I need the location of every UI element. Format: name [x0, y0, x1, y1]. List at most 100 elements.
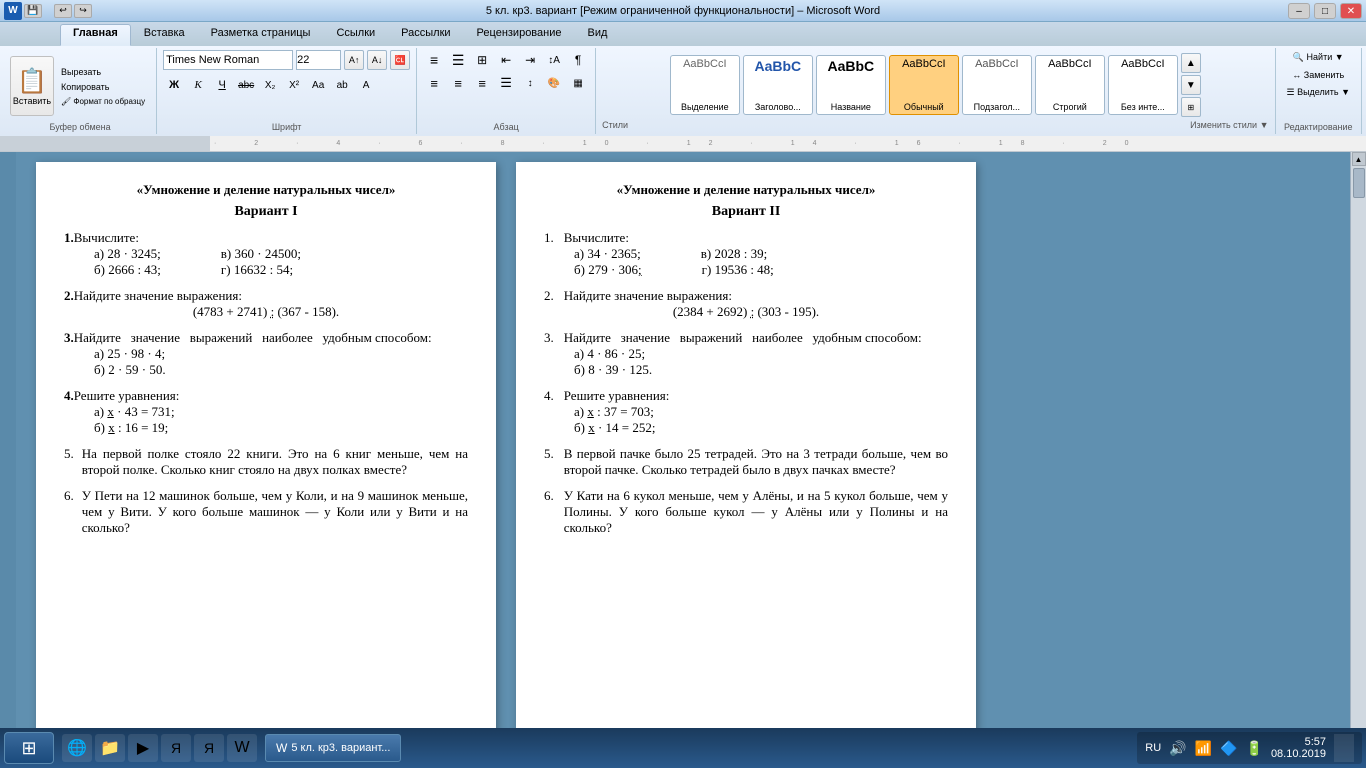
maximize-btn[interactable]: □	[1314, 3, 1336, 19]
clear-format-btn[interactable]: 🆑	[390, 50, 410, 70]
tray-volume[interactable]: 🔊	[1169, 740, 1186, 757]
para-label: Абзац	[494, 122, 519, 132]
shading-btn[interactable]: 🎨	[543, 73, 565, 93]
tab-home[interactable]: Главная	[60, 24, 131, 46]
justify-btn[interactable]: ☰	[495, 73, 517, 93]
subscript-button[interactable]: Х₂	[259, 75, 281, 95]
styles-up-btn[interactable]: ▲	[1181, 53, 1201, 73]
style-normal[interactable]: AaBbCcI Обычный	[889, 55, 959, 115]
multilevel-btn[interactable]: ⊞	[471, 50, 493, 70]
word-taskbar-icon[interactable]: W	[227, 734, 257, 762]
align-center-btn[interactable]: ≡	[447, 73, 469, 93]
tray-network[interactable]: 📶	[1195, 740, 1212, 757]
task4-header-v1: 4.Решите уравнения:	[64, 388, 468, 404]
scroll-up-btn[interactable]: ▲	[1352, 152, 1366, 166]
tab-layout[interactable]: Разметка страницы	[198, 24, 324, 46]
undo-btn[interactable]: ↩	[54, 4, 72, 18]
change-styles-btn[interactable]: Изменить стили ▼	[1190, 120, 1268, 130]
bold-button[interactable]: Ж	[163, 75, 185, 95]
task1-header-v1: 1.Вычислите:	[64, 230, 468, 246]
increase-font-btn[interactable]: A↑	[344, 50, 364, 70]
tab-insert[interactable]: Вставка	[131, 24, 198, 46]
style-selection[interactable]: AaBbCcI Выделение	[670, 55, 740, 115]
font-format-row: Ж К Ч аbc Х₂ Х² Аа ab А	[163, 75, 377, 95]
document-scroll[interactable]: «Умножение и деление натуральных чисел» …	[16, 152, 1350, 746]
strikethrough-button[interactable]: аbc	[235, 75, 257, 95]
replace-button[interactable]: ↔ Заменить	[1287, 68, 1349, 82]
task1-b: б) 2666 : 43;	[94, 262, 161, 278]
ie-icon[interactable]: 🌐	[62, 734, 92, 762]
bullets-btn[interactable]: ≡	[423, 50, 445, 70]
decrease-indent-btn[interactable]: ⇤	[495, 50, 517, 70]
font-name-input[interactable]	[163, 50, 293, 70]
select-button[interactable]: ☰ Выделить ▼	[1282, 85, 1356, 100]
media-icon[interactable]: ▶	[128, 734, 158, 762]
underline-button[interactable]: Ч	[211, 75, 233, 95]
cut-button[interactable]: Вырезать	[56, 65, 150, 79]
page-2: «Умножение и деление натуральных чисел» …	[516, 162, 976, 736]
task1-row2-v2: б) 279 · 306; г) 19536 : 48;	[574, 262, 948, 278]
task4-b-v2: б) x · 14 = 252;	[574, 420, 948, 436]
app-icon[interactable]: W	[4, 2, 22, 20]
highlight-button[interactable]: ab	[331, 75, 353, 95]
task6-num-v2: 6.	[544, 488, 554, 536]
page2-variant: Вариант II	[544, 204, 948, 220]
ribbon-tabs: Главная Вставка Разметка страницы Ссылки…	[0, 22, 1366, 46]
font-size-input[interactable]	[296, 50, 341, 70]
yandex2-icon[interactable]: Я	[194, 734, 224, 762]
format-painter-button[interactable]: 🖌 Формат по образцу	[56, 95, 150, 108]
style-nospace[interactable]: AaBbCcI Без инте...	[1108, 55, 1178, 115]
border-btn[interactable]: ▦	[567, 73, 589, 93]
style-strict[interactable]: AaBbCcI Строгий	[1035, 55, 1105, 115]
numbering-btn[interactable]: ☰	[447, 50, 469, 70]
styles-arrows: ▲ ▼ ⊞	[1181, 53, 1201, 117]
tab-view[interactable]: Вид	[575, 24, 621, 46]
italic-button[interactable]: К	[187, 75, 209, 95]
task1-row1: а) 28 · 3245; в) 360 · 24500;	[94, 246, 468, 262]
start-button[interactable]: ⊞	[4, 732, 54, 764]
tab-review[interactable]: Рецензирование	[464, 24, 575, 46]
task2-header-v2: 2.Найдите значение выражения:	[544, 288, 948, 304]
style-heading[interactable]: AaBbC Заголово...	[743, 55, 813, 115]
styles-container: AaBbCcI Выделение AaBbC Заголово... AaBb…	[670, 50, 1201, 120]
case-button[interactable]: Аа	[307, 75, 329, 95]
styles-bottom: Стили Изменить стили ▼	[602, 120, 1268, 130]
quick-save[interactable]: 💾	[24, 4, 42, 18]
task6-v2: 6. У Кати на 6 кукол меньше, чем у Алёны…	[544, 488, 948, 536]
align-right-btn[interactable]: ≡	[471, 73, 493, 93]
close-btn[interactable]: ✕	[1340, 3, 1362, 19]
font-color-button[interactable]: А	[355, 75, 377, 95]
yandex-icon[interactable]: Я	[161, 734, 191, 762]
paste-button[interactable]: 📋 Вставить	[10, 56, 54, 116]
tray-bluetooth[interactable]: 🔷	[1220, 740, 1237, 757]
superscript-button[interactable]: Х²	[283, 75, 305, 95]
align-left-btn[interactable]: ≡	[423, 73, 445, 93]
minimize-btn[interactable]: –	[1288, 3, 1310, 19]
vertical-scrollbar[interactable]: ▲ ▼	[1350, 152, 1366, 746]
line-spacing-btn[interactable]: ↕	[519, 73, 541, 93]
style-subtitle[interactable]: AaBbCcI Подзагол...	[962, 55, 1032, 115]
copy-button[interactable]: Копировать	[56, 80, 150, 94]
styles-more-btn[interactable]: ⊞	[1181, 97, 1201, 117]
decrease-font-btn[interactable]: A↓	[367, 50, 387, 70]
find-button[interactable]: 🔍 Найти ▼	[1288, 50, 1349, 65]
task5-num-v2: 5.	[544, 446, 554, 478]
page2-title: «Умножение и деление натуральных чисел»	[544, 182, 948, 198]
task4-b: б) x : 16 = 19;	[94, 420, 468, 436]
style-label-subtitle: Подзагол...	[974, 102, 1020, 112]
word-taskbar-btn[interactable]: W 5 кл. кр3. вариант...	[265, 734, 401, 762]
style-title[interactable]: AaBbC Название	[816, 55, 886, 115]
increase-indent-btn[interactable]: ⇥	[519, 50, 541, 70]
show-marks-btn[interactable]: ¶	[567, 50, 589, 70]
tray-battery[interactable]: 🔋	[1246, 740, 1263, 757]
explorer-icon[interactable]: 📁	[95, 734, 125, 762]
sort-btn[interactable]: ↕A	[543, 50, 565, 70]
redo-btn[interactable]: ↪	[74, 4, 92, 18]
show-desktop-btn[interactable]	[1334, 734, 1354, 762]
tab-references[interactable]: Ссылки	[323, 24, 388, 46]
task6-text-v2: У Кати на 6 кукол меньше, чем у Алёны, и…	[564, 488, 948, 536]
scroll-thumb[interactable]	[1353, 168, 1365, 198]
styles-down-btn[interactable]: ▼	[1181, 75, 1201, 95]
tab-mailings[interactable]: Рассылки	[388, 24, 463, 46]
task4-items-v1: а) x · 43 = 731; б) x : 16 = 19;	[64, 404, 468, 436]
